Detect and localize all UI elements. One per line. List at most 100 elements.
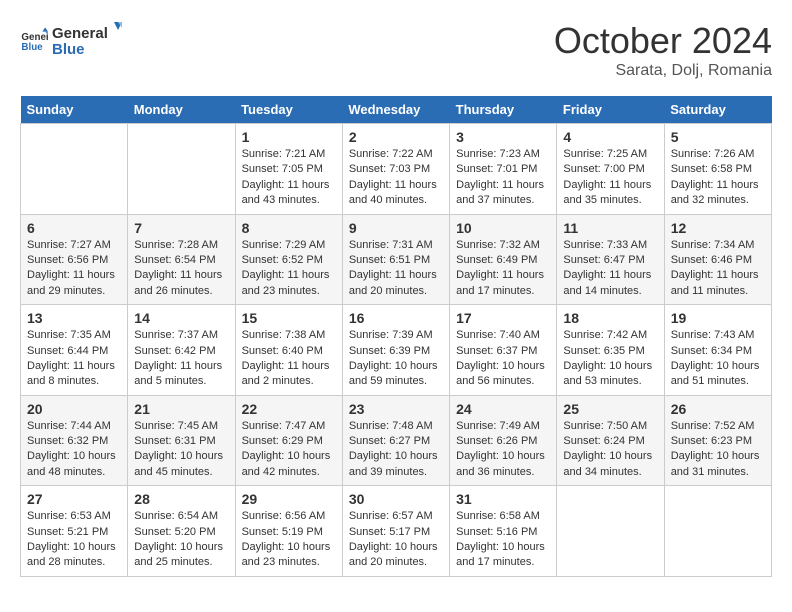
cell-info: Sunrise: 6:56 AMSunset: 5:19 PMDaylight:… (242, 509, 336, 571)
calendar-cell: 24 Sunrise: 7:49 AMSunset: 6:26 PMDayligh… (450, 395, 557, 486)
header-thursday: Thursday (450, 96, 557, 124)
calendar-cell: 12 Sunrise: 7:34 AMSunset: 6:46 PMDayligh… (664, 214, 771, 305)
cell-info: Sunrise: 7:47 AMSunset: 6:29 PMDaylight:… (242, 419, 336, 481)
cell-info: Sunrise: 7:44 AMSunset: 6:32 PMDaylight:… (27, 419, 121, 481)
day-number: 21 (134, 401, 228, 417)
day-number: 2 (349, 129, 443, 145)
cell-info: Sunrise: 7:35 AMSunset: 6:44 PMDaylight:… (27, 328, 121, 390)
day-number: 5 (671, 129, 765, 145)
day-number: 23 (349, 401, 443, 417)
cell-info: Sunrise: 7:31 AMSunset: 6:51 PMDaylight:… (349, 238, 443, 300)
cell-info: Sunrise: 7:50 AMSunset: 6:24 PMDaylight:… (563, 419, 657, 481)
calendar-table: SundayMondayTuesdayWednesdayThursdayFrid… (20, 96, 772, 577)
header-row: SundayMondayTuesdayWednesdayThursdayFrid… (21, 96, 772, 124)
calendar-cell: 17Sunrise: 7:40 AMSunset: 6:37 PMDayligh… (450, 305, 557, 396)
week-row-4: 27Sunrise: 6:53 AMSunset: 5:21 PMDayligh… (21, 486, 772, 577)
cell-info: Sunrise: 7:33 AMSunset: 6:47 PMDaylight:… (563, 238, 657, 300)
calendar-cell: 30Sunrise: 6:57 AMSunset: 5:17 PMDayligh… (342, 486, 449, 577)
week-row-1: 6 Sunrise: 7:27 AMSunset: 6:56 PMDaylight… (21, 214, 772, 305)
header-saturday: Saturday (664, 96, 771, 124)
calendar-cell: 10Sunrise: 7:32 AMSunset: 6:49 PMDayligh… (450, 214, 557, 305)
header-sunday: Sunday (21, 96, 128, 124)
calendar-cell: 3 Sunrise: 7:23 AMSunset: 7:01 PMDaylight… (450, 124, 557, 215)
title-block: October 2024 Sarata, Dolj, Romania (554, 20, 772, 80)
day-number: 18 (563, 310, 657, 326)
day-number: 22 (242, 401, 336, 417)
calendar-cell: 13 Sunrise: 7:35 AMSunset: 6:44 PMDayligh… (21, 305, 128, 396)
day-number: 28 (134, 491, 228, 507)
day-number: 24 (456, 401, 550, 417)
day-number: 30 (349, 491, 443, 507)
day-number: 13 (27, 310, 121, 326)
calendar-cell: 25Sunrise: 7:50 AMSunset: 6:24 PMDayligh… (557, 395, 664, 486)
day-number: 31 (456, 491, 550, 507)
svg-text:General: General (52, 25, 108, 42)
day-number: 3 (456, 129, 550, 145)
cell-info: Sunrise: 7:25 AMSunset: 7:00 PMDaylight:… (563, 147, 657, 209)
calendar-cell: 16 Sunrise: 7:39 AMSunset: 6:39 PMDayligh… (342, 305, 449, 396)
logo-icon: General Blue (20, 26, 48, 54)
cell-info: Sunrise: 7:26 AMSunset: 6:58 PMDaylight:… (671, 147, 765, 209)
calendar-cell: 31 Sunrise: 6:58 AMSunset: 5:16 PMDayligh… (450, 486, 557, 577)
calendar-cell: 29 Sunrise: 6:56 AMSunset: 5:19 PMDayligh… (235, 486, 342, 577)
cell-info: Sunrise: 6:54 AMSunset: 5:20 PMDaylight:… (134, 509, 228, 571)
calendar-cell: 14Sunrise: 7:37 AMSunset: 6:42 PMDayligh… (128, 305, 235, 396)
cell-info: Sunrise: 6:53 AMSunset: 5:21 PMDaylight:… (27, 509, 121, 571)
svg-text:Blue: Blue (21, 42, 43, 53)
header-tuesday: Tuesday (235, 96, 342, 124)
location-title: Sarata, Dolj, Romania (554, 62, 772, 80)
week-row-0: 1Sunrise: 7:21 AMSunset: 7:05 PMDaylight… (21, 124, 772, 215)
calendar-cell: 20 Sunrise: 7:44 AMSunset: 6:32 PMDayligh… (21, 395, 128, 486)
calendar-cell: 18 Sunrise: 7:42 AMSunset: 6:35 PMDayligh… (557, 305, 664, 396)
calendar-cell: 1Sunrise: 7:21 AMSunset: 7:05 PMDaylight… (235, 124, 342, 215)
cell-info: Sunrise: 7:38 AMSunset: 6:40 PMDaylight:… (242, 328, 336, 390)
day-number: 16 (349, 310, 443, 326)
logo-svg: General Blue (52, 20, 122, 60)
calendar-cell: 11 Sunrise: 7:33 AMSunset: 6:47 PMDayligh… (557, 214, 664, 305)
cell-info: Sunrise: 7:28 AMSunset: 6:54 PMDaylight:… (134, 238, 228, 300)
calendar-cell (21, 124, 128, 215)
calendar-cell: 15 Sunrise: 7:38 AMSunset: 6:40 PMDayligh… (235, 305, 342, 396)
cell-info: Sunrise: 7:21 AMSunset: 7:05 PMDaylight:… (242, 147, 336, 209)
calendar-cell: 9Sunrise: 7:31 AMSunset: 6:51 PMDaylight… (342, 214, 449, 305)
day-number: 6 (27, 220, 121, 236)
calendar-cell: 23 Sunrise: 7:48 AMSunset: 6:27 PMDayligh… (342, 395, 449, 486)
month-title: October 2024 (554, 20, 772, 62)
day-number: 26 (671, 401, 765, 417)
cell-info: Sunrise: 7:52 AMSunset: 6:23 PMDaylight:… (671, 419, 765, 481)
cell-info: Sunrise: 6:58 AMSunset: 5:16 PMDaylight:… (456, 509, 550, 571)
calendar-cell (557, 486, 664, 577)
calendar-cell: 27Sunrise: 6:53 AMSunset: 5:21 PMDayligh… (21, 486, 128, 577)
cell-info: Sunrise: 7:29 AMSunset: 6:52 PMDaylight:… (242, 238, 336, 300)
day-number: 15 (242, 310, 336, 326)
cell-info: Sunrise: 7:39 AMSunset: 6:39 PMDaylight:… (349, 328, 443, 390)
cell-info: Sunrise: 7:34 AMSunset: 6:46 PMDaylight:… (671, 238, 765, 300)
calendar-cell: 28 Sunrise: 6:54 AMSunset: 5:20 PMDayligh… (128, 486, 235, 577)
day-number: 19 (671, 310, 765, 326)
day-number: 8 (242, 220, 336, 236)
day-number: 11 (563, 220, 657, 236)
day-number: 20 (27, 401, 121, 417)
calendar-cell: 8 Sunrise: 7:29 AMSunset: 6:52 PMDaylight… (235, 214, 342, 305)
calendar-cell: 7 Sunrise: 7:28 AMSunset: 6:54 PMDaylight… (128, 214, 235, 305)
day-number: 14 (134, 310, 228, 326)
day-number: 4 (563, 129, 657, 145)
logo: General Blue General Blue (20, 20, 122, 60)
calendar-cell: 5 Sunrise: 7:26 AMSunset: 6:58 PMDaylight… (664, 124, 771, 215)
header-friday: Friday (557, 96, 664, 124)
cell-info: Sunrise: 7:48 AMSunset: 6:27 PMDaylight:… (349, 419, 443, 481)
day-number: 7 (134, 220, 228, 236)
week-row-2: 13 Sunrise: 7:35 AMSunset: 6:44 PMDayligh… (21, 305, 772, 396)
day-number: 12 (671, 220, 765, 236)
cell-info: Sunrise: 7:49 AMSunset: 6:26 PMDaylight:… (456, 419, 550, 481)
cell-info: Sunrise: 7:22 AMSunset: 7:03 PMDaylight:… (349, 147, 443, 209)
cell-info: Sunrise: 7:27 AMSunset: 6:56 PMDaylight:… (27, 238, 121, 300)
header-wednesday: Wednesday (342, 96, 449, 124)
cell-info: Sunrise: 7:23 AMSunset: 7:01 PMDaylight:… (456, 147, 550, 209)
cell-info: Sunrise: 7:42 AMSunset: 6:35 PMDaylight:… (563, 328, 657, 390)
calendar-cell (664, 486, 771, 577)
calendar-cell: 4 Sunrise: 7:25 AMSunset: 7:00 PMDaylight… (557, 124, 664, 215)
day-number: 29 (242, 491, 336, 507)
calendar-cell: 19Sunrise: 7:43 AMSunset: 6:34 PMDayligh… (664, 305, 771, 396)
calendar-cell: 2 Sunrise: 7:22 AMSunset: 7:03 PMDaylight… (342, 124, 449, 215)
